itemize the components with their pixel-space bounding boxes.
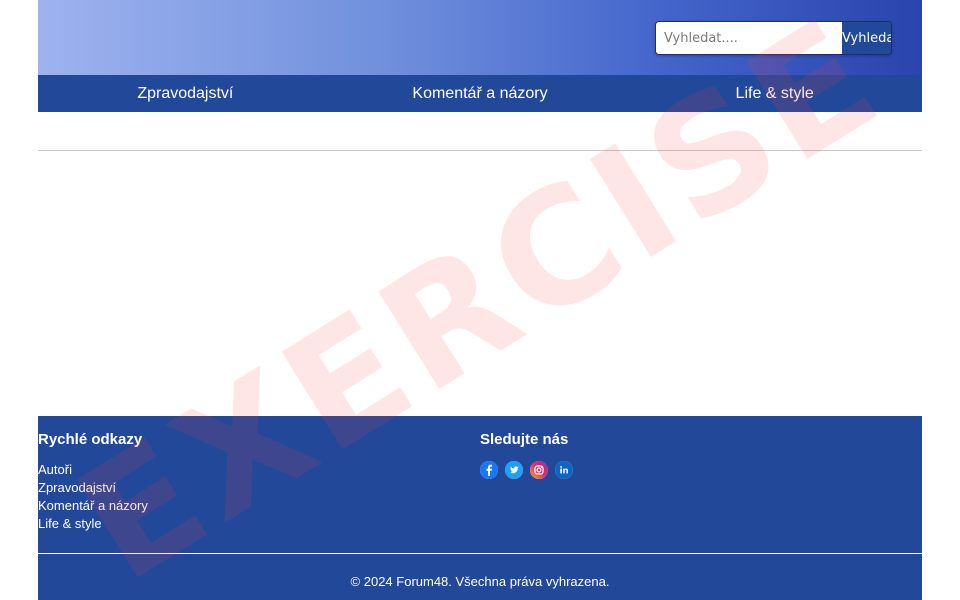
quick-links-section: Rychlé odkazy Autoři Zpravodajství Komen… — [38, 431, 148, 533]
list-item: Komentář a názory — [38, 497, 148, 515]
facebook-icon[interactable] — [480, 461, 498, 479]
twitter-icon[interactable] — [505, 461, 523, 479]
footer-divider — [38, 553, 922, 554]
footer: Rychlé odkazy Autoři Zpravodajství Komen… — [38, 416, 922, 600]
footer-link-autori[interactable]: Autoři — [38, 462, 72, 477]
instagram-icon[interactable] — [530, 461, 548, 479]
list-item: Zpravodajství — [38, 479, 148, 497]
nav-item-life-style[interactable]: Life & style — [627, 75, 922, 112]
footer-link-life-style[interactable]: Life & style — [38, 516, 102, 531]
search-button[interactable]: Vyhledat — [842, 22, 891, 54]
quick-links-title: Rychlé odkazy — [38, 431, 143, 448]
social-icons — [480, 461, 573, 479]
nav-item-zpravodajstvi[interactable]: Zpravodajství — [38, 75, 333, 112]
header: Vyhledat — [38, 0, 922, 75]
footer-link-zpravodajstvi[interactable]: Zpravodajství — [38, 480, 116, 495]
footer-link-komentar-a-nazory[interactable]: Komentář a názory — [38, 498, 148, 513]
page: Vyhledat Zpravodajství Komentář a názory… — [0, 0, 960, 600]
search-form: Vyhledat — [655, 21, 892, 55]
search-input[interactable] — [656, 22, 842, 54]
linkedin-icon[interactable] — [555, 461, 573, 479]
list-item: Autoři — [38, 461, 148, 479]
quick-links-list: Autoři Zpravodajství Komentář a názory L… — [38, 461, 148, 533]
copyright-text: © 2024 Forum48. Všechna práva vyhrazena. — [350, 574, 610, 589]
list-item: Life & style — [38, 515, 148, 533]
content-divider — [38, 150, 922, 151]
social-section: Sledujte nás — [480, 431, 573, 479]
main-nav: Zpravodajství Komentář a názory Life & s… — [38, 75, 922, 112]
nav-item-komentar-a-nazory[interactable]: Komentář a názory — [333, 75, 628, 112]
social-title: Sledujte nás — [480, 431, 569, 448]
